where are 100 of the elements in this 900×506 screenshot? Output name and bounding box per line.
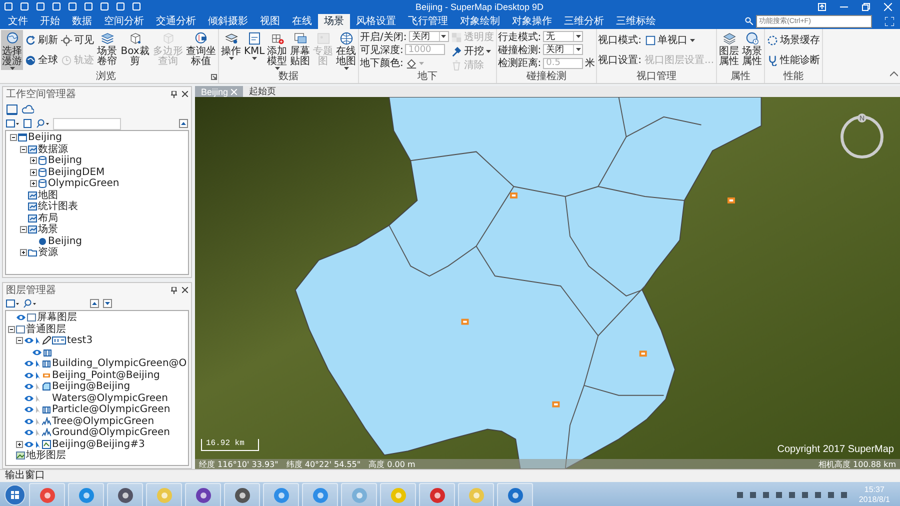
open-icon[interactable] bbox=[6, 119, 19, 128]
eye-icon[interactable] bbox=[24, 382, 34, 392]
dropdown-field[interactable]: 关闭 bbox=[408, 31, 449, 42]
ribbon-button[interactable]: 在线地图 bbox=[335, 30, 357, 70]
menu-tab[interactable]: 对象绘制 bbox=[454, 14, 506, 29]
pin-icon[interactable] bbox=[171, 90, 177, 98]
tree-item[interactable]: 普通图层 bbox=[26, 324, 66, 335]
eye-icon[interactable] bbox=[24, 440, 34, 449]
restore-icon[interactable] bbox=[862, 2, 870, 10]
menu-tab[interactable]: 飞行管理 bbox=[402, 14, 454, 29]
output-window-tab[interactable]: 输出窗口 bbox=[5, 470, 45, 481]
tree-item[interactable]: Beijing bbox=[28, 132, 62, 144]
ribbon-button[interactable]: 场景属性 bbox=[741, 30, 764, 70]
ribbon-button[interactable]: 查询坐标值 bbox=[185, 30, 217, 70]
pin-icon[interactable] bbox=[171, 286, 177, 294]
move-up-icon[interactable] bbox=[90, 299, 99, 308]
eye-icon[interactable] bbox=[24, 416, 34, 426]
ribbon-button[interactable]: 操作 bbox=[220, 30, 242, 70]
tree-item[interactable]: 布局 bbox=[38, 212, 58, 224]
menu-tab[interactable]: 空间分析 bbox=[98, 14, 150, 29]
tree-item[interactable]: OlympicGreen bbox=[48, 178, 120, 190]
ribbon-button[interactable]: 添加模型 bbox=[266, 30, 288, 70]
ribbon-button[interactable]: 屏幕贴图 bbox=[289, 30, 311, 70]
ribbon-button[interactable]: 选择漫游 bbox=[1, 30, 23, 70]
eye-icon[interactable] bbox=[24, 428, 34, 438]
eye-icon[interactable] bbox=[24, 336, 34, 346]
search-field[interactable] bbox=[53, 118, 121, 130]
expand-icon[interactable] bbox=[20, 249, 27, 256]
expand-icon[interactable] bbox=[30, 157, 37, 164]
pencil-icon[interactable] bbox=[42, 336, 51, 346]
collapse-icon[interactable] bbox=[20, 226, 27, 234]
cloud-icon[interactable] bbox=[22, 104, 34, 114]
menu-tab[interactable]: 视图 bbox=[254, 14, 286, 29]
launcher-icon[interactable] bbox=[211, 74, 217, 80]
tree-item[interactable]: 地形图层 bbox=[26, 450, 66, 462]
ribbon-button[interactable]: 全球 bbox=[24, 53, 59, 67]
menu-tab[interactable]: 对象操作 bbox=[506, 14, 558, 29]
tree-item[interactable]: 统计图表 bbox=[38, 201, 78, 212]
ribbon-button[interactable]: 开挖 bbox=[450, 44, 495, 58]
color-picker-button[interactable] bbox=[405, 58, 426, 69]
eye-icon[interactable] bbox=[24, 370, 34, 380]
scroll-up-icon[interactable] bbox=[179, 119, 188, 128]
fullscreen-icon[interactable] bbox=[885, 16, 894, 26]
tree-item[interactable]: Building_OlympicGreen@O bbox=[52, 358, 187, 370]
menu-tab[interactable]: 开始 bbox=[34, 14, 66, 29]
eye-icon[interactable] bbox=[24, 359, 34, 368]
add-layer-icon[interactable] bbox=[6, 299, 19, 308]
tree-item[interactable]: test3 bbox=[67, 335, 93, 346]
tree-item[interactable]: Beijing bbox=[48, 236, 82, 247]
tree-item[interactable]: Beijing_Point@Beijing bbox=[52, 370, 160, 381]
close-icon[interactable] bbox=[182, 91, 188, 97]
dropdown-button[interactable]: 单视口 bbox=[644, 33, 696, 47]
collapse-icon[interactable] bbox=[10, 134, 17, 142]
workspace-tab-icon[interactable] bbox=[6, 104, 18, 114]
expand-icon[interactable] bbox=[16, 440, 23, 448]
expand-icon[interactable] bbox=[30, 180, 37, 188]
ribbon-button[interactable]: Box裁剪 bbox=[119, 30, 151, 70]
eye-icon[interactable] bbox=[16, 313, 26, 322]
dropdown-field[interactable]: 无 bbox=[543, 31, 584, 42]
collapse-icon[interactable] bbox=[20, 146, 27, 153]
menu-tab[interactable]: 三维标绘 bbox=[610, 14, 662, 29]
close-icon[interactable] bbox=[182, 287, 188, 293]
menu-tab[interactable]: 场景 bbox=[318, 14, 350, 29]
tree-item[interactable]: BeijingDEM bbox=[48, 166, 105, 178]
move-down-icon[interactable] bbox=[103, 299, 112, 308]
collapse-ribbon-icon[interactable] bbox=[890, 71, 898, 77]
tree-item[interactable]: Ground@OlympicGreen bbox=[52, 427, 170, 438]
ribbon-toggle-icon[interactable] bbox=[818, 2, 826, 10]
eye-icon[interactable] bbox=[24, 405, 34, 414]
tree-item[interactable]: 屏幕图层 bbox=[37, 312, 77, 324]
menu-tab[interactable]: 文件 bbox=[2, 14, 34, 29]
eye-icon[interactable] bbox=[24, 394, 34, 403]
tree-item[interactable]: Tree@OlympicGreen bbox=[52, 416, 154, 427]
tree-item[interactable]: 地图 bbox=[38, 190, 58, 201]
menu-tab[interactable]: 交通分析 bbox=[150, 14, 202, 29]
document-tab[interactable]: 起始页 bbox=[243, 86, 282, 97]
menu-tab[interactable]: 倾斜摄影 bbox=[202, 14, 254, 29]
tree-item[interactable]: 数据源 bbox=[38, 144, 68, 155]
ribbon-button[interactable]: 性能诊断 bbox=[766, 53, 822, 67]
menu-tab[interactable]: 三维分析 bbox=[558, 14, 610, 29]
tree-item[interactable]: 场景 bbox=[38, 224, 58, 236]
tree-item[interactable]: Waters@OlympicGreen bbox=[52, 392, 168, 404]
eye-icon[interactable] bbox=[32, 348, 42, 357]
collapse-icon[interactable] bbox=[8, 326, 15, 333]
menu-tab[interactable]: 数据 bbox=[66, 14, 98, 29]
ribbon-button[interactable]: 场景卷帘 bbox=[96, 30, 118, 70]
dropdown-field[interactable]: 关闭 bbox=[543, 44, 584, 56]
ribbon-button[interactable]: 可见 bbox=[60, 33, 95, 47]
ribbon-button[interactable]: 场景缓存 bbox=[766, 33, 822, 47]
tree-item[interactable]: Beijing bbox=[48, 155, 82, 166]
tree-item[interactable]: 资源 bbox=[38, 247, 58, 258]
tree-item[interactable]: Particle@OlympicGreen bbox=[52, 404, 170, 416]
collapse-icon[interactable] bbox=[16, 337, 23, 344]
ribbon-button[interactable]: 图层属性 bbox=[718, 30, 740, 70]
tree-item[interactable]: Beijing@Beijing bbox=[52, 381, 130, 392]
ribbon-button[interactable]: KML bbox=[243, 30, 265, 70]
menu-tab[interactable]: 风格设置 bbox=[350, 14, 402, 29]
start-button-icon[interactable] bbox=[4, 484, 26, 506]
ribbon-button[interactable]: 刷新 bbox=[24, 33, 59, 47]
expand-icon[interactable] bbox=[30, 168, 37, 176]
